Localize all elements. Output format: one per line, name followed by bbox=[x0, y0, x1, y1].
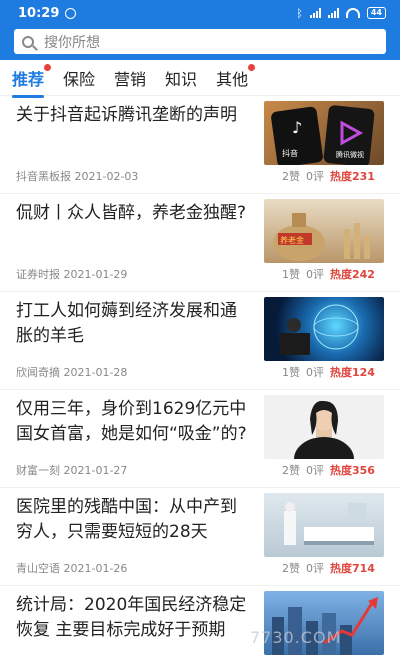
article-source: 欣闻奇摘 bbox=[16, 366, 60, 379]
article-thumbnail[interactable] bbox=[264, 297, 384, 361]
comment-count: 0评 bbox=[306, 366, 324, 379]
comment-count: 0评 bbox=[306, 268, 324, 281]
article-thumbnail[interactable] bbox=[264, 395, 384, 459]
category-tabs: 推荐 保险 营销 知识 其他 bbox=[0, 60, 400, 98]
wifi-icon bbox=[345, 8, 360, 18]
tab-recommend[interactable]: 推荐 bbox=[12, 63, 52, 98]
article-meta: 证券时报 2021-01-29 bbox=[16, 266, 127, 282]
tab-label: 知识 bbox=[165, 69, 198, 89]
article-stats: 2赞 0评 热度231 bbox=[282, 168, 375, 184]
article-meta: 青山空语 2021-01-26 bbox=[16, 560, 127, 576]
search-icon bbox=[22, 35, 34, 48]
watermark: 7730.COM bbox=[250, 628, 342, 647]
like-count: 2赞 bbox=[282, 464, 300, 477]
comment-count: 0评 bbox=[306, 170, 324, 183]
article-source: 青山空语 bbox=[16, 562, 60, 575]
list-item[interactable]: 关于抖音起诉腾讯垄断的声明 抖音黑板报 2021-02-03 ♪ 抖音 腾讯微视… bbox=[0, 96, 400, 194]
portrait-image bbox=[294, 400, 354, 459]
alarm-icon bbox=[65, 7, 77, 19]
notification-dot bbox=[44, 63, 52, 71]
article-source: 财富一刻 bbox=[16, 464, 60, 477]
article-stats: 2赞 0评 热度356 bbox=[282, 462, 375, 478]
comment-count: 0评 bbox=[306, 562, 324, 575]
article-thumbnail[interactable]: ♪ 抖音 腾讯微视 bbox=[264, 101, 384, 165]
list-item[interactable]: 侃财丨众人皆醉，养老金独醒? 证券时报 2021-01-29 养老金 1赞 0评… bbox=[0, 194, 400, 292]
article-meta: 抖音黑板报 2021-02-03 bbox=[16, 168, 138, 184]
tab-insurance[interactable]: 保险 bbox=[63, 66, 95, 90]
heat-count: 热度356 bbox=[330, 464, 375, 477]
like-count: 1赞 bbox=[282, 366, 300, 379]
article-stats: 1赞 0评 热度242 bbox=[282, 266, 375, 282]
heat-count: 热度124 bbox=[330, 366, 375, 379]
like-count: 1赞 bbox=[282, 268, 300, 281]
article-date: 2021-01-28 bbox=[63, 366, 128, 379]
tab-label: 保险 bbox=[63, 69, 96, 89]
signal-icon-2 bbox=[327, 8, 339, 18]
clock: 10:29 bbox=[18, 5, 60, 21]
article-stats: 2赞 0评 热度714 bbox=[282, 560, 375, 576]
heat-count: 热度242 bbox=[330, 268, 375, 281]
top-header: 10:29 ᛒ 44 搜你所想 bbox=[0, 0, 400, 60]
article-meta: 财富一刻 2021-01-27 bbox=[16, 462, 127, 478]
list-item[interactable]: 打工人如何薅到经济发展和通胀的羊毛 欣闻奇摘 2021-01-28 1赞 0评 … bbox=[0, 292, 400, 390]
article-date: 2021-01-29 bbox=[63, 268, 128, 281]
hospital-image bbox=[284, 502, 374, 545]
article-source: 抖音黑板报 bbox=[16, 170, 71, 183]
thumb-label: 抖音 bbox=[282, 148, 298, 158]
svg-text:♪: ♪ bbox=[292, 118, 302, 137]
heat-count: 热度231 bbox=[330, 170, 375, 183]
list-item[interactable]: 仅用三年，身价到1629亿元中国女首富，她是如何“吸金”的? 财富一刻 2021… bbox=[0, 390, 400, 488]
heat-count: 热度714 bbox=[330, 562, 375, 575]
article-date: 2021-02-03 bbox=[74, 170, 139, 183]
article-title[interactable]: 侃财丨众人皆醉，养老金独醒? bbox=[16, 201, 252, 226]
article-title[interactable]: 关于抖音起诉腾讯垄断的声明 bbox=[16, 103, 252, 128]
tab-label: 营销 bbox=[114, 69, 147, 89]
bluetooth-icon: ᛒ bbox=[296, 6, 303, 20]
signal-icon bbox=[309, 8, 321, 18]
article-meta: 欣闻奇摘 2021-01-28 bbox=[16, 364, 127, 380]
like-count: 2赞 bbox=[282, 170, 300, 183]
tab-label: 推荐 bbox=[12, 69, 45, 89]
notification-dot bbox=[248, 63, 256, 71]
article-source: 证券时报 bbox=[16, 268, 60, 281]
article-date: 2021-01-27 bbox=[63, 464, 128, 477]
article-thumbnail[interactable] bbox=[264, 493, 384, 557]
article-title[interactable]: 医院里的残酷中国：从中产到穷人，只需要短短的28天 bbox=[16, 495, 252, 545]
search-placeholder[interactable]: 搜你所想 bbox=[44, 32, 100, 52]
article-title[interactable]: 统计局：2020年国民经济稳定恢复 主要目标完成好于预期 bbox=[16, 593, 252, 643]
article-feed: 关于抖音起诉腾讯垄断的声明 抖音黑板报 2021-02-03 ♪ 抖音 腾讯微视… bbox=[0, 96, 400, 660]
thumb-label: 腾讯微视 bbox=[336, 150, 364, 159]
like-count: 2赞 bbox=[282, 562, 300, 575]
article-date: 2021-01-26 bbox=[63, 562, 128, 575]
article-title[interactable]: 仅用三年，身价到1629亿元中国女首富，她是如何“吸金”的? bbox=[16, 397, 252, 447]
article-title[interactable]: 打工人如何薅到经济发展和通胀的羊毛 bbox=[16, 299, 252, 349]
money-bag-image: 养老金 bbox=[273, 213, 370, 261]
list-item[interactable]: 医院里的残酷中国：从中产到穷人，只需要短短的28天 青山空语 2021-01-2… bbox=[0, 488, 400, 586]
thumb-label: 养老金 bbox=[280, 235, 304, 245]
tab-knowledge[interactable]: 知识 bbox=[165, 66, 197, 90]
article-thumbnail[interactable]: 养老金 bbox=[264, 199, 384, 263]
battery-icon: 44 bbox=[366, 7, 386, 19]
tab-marketing[interactable]: 营销 bbox=[114, 66, 146, 90]
tab-other[interactable]: 其他 bbox=[216, 63, 256, 90]
tab-label: 其他 bbox=[216, 69, 249, 89]
globe-image bbox=[280, 304, 359, 355]
search-bar[interactable]: 搜你所想 bbox=[14, 29, 386, 54]
list-item[interactable]: 统计局：2020年国民经济稳定恢复 主要目标完成好于预期 bbox=[0, 586, 400, 660]
comment-count: 0评 bbox=[306, 464, 324, 477]
phones-image: ♪ 抖音 腾讯微视 bbox=[271, 105, 375, 165]
status-bar: 10:29 ᛒ 44 bbox=[0, 0, 400, 26]
article-stats: 1赞 0评 热度124 bbox=[282, 364, 375, 380]
